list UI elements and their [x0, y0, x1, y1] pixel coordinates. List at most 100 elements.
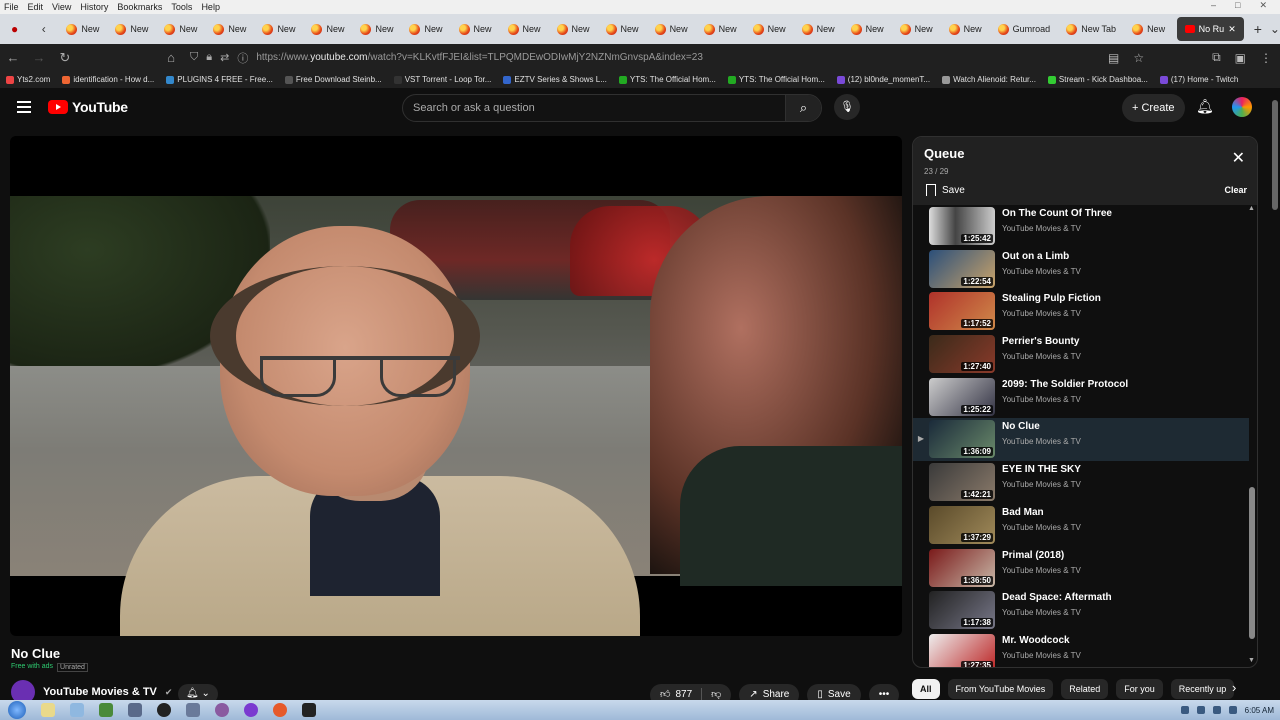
volume-icon[interactable]	[1212, 706, 1221, 714]
maximize-icon[interactable]: □	[1235, 0, 1240, 11]
notifications-icon[interactable]: 🔔︎	[1196, 98, 1214, 115]
queue-thumbnail[interactable]: 1:37:29	[929, 505, 995, 544]
menu-help[interactable]: Help	[201, 2, 220, 12]
close-queue-icon[interactable]: ✕	[1232, 148, 1245, 168]
tab-18[interactable]: New	[941, 14, 990, 44]
shield-icon[interactable]: ⛉	[190, 51, 198, 64]
app-icon[interactable]	[157, 703, 171, 717]
tab-7[interactable]: New	[401, 14, 450, 44]
start-button-icon[interactable]	[8, 701, 26, 719]
chip-all[interactable]: All	[912, 679, 940, 699]
queue-thumbnail[interactable]: 1:27:40	[929, 335, 995, 374]
firefox-icon[interactable]	[273, 703, 287, 717]
menu-file[interactable]: File	[4, 2, 19, 12]
app-icon[interactable]	[99, 703, 113, 717]
search-input[interactable]: Search or ask a question ⌕	[402, 94, 822, 122]
menu-bookmarks[interactable]: Bookmarks	[117, 2, 162, 12]
tab-2[interactable]: New	[156, 14, 205, 44]
queue-item-current[interactable]: ▶ 1:36:09 No Clue YouTube Movies & TV	[913, 418, 1249, 462]
address-bar[interactable]: ⛉ 🔒︎ ⇄ ⓘ https://www.youtube.com/watch?v…	[190, 44, 703, 71]
tab-5[interactable]: New	[303, 14, 352, 44]
queue-item-title[interactable]: Primal (2018)	[1002, 550, 1081, 561]
queue-thumbnail[interactable]: 1:42:21	[929, 463, 995, 502]
profile-icon[interactable]: ▣	[1235, 51, 1246, 65]
page-scrollbar[interactable]	[1270, 88, 1280, 700]
queue-item[interactable]: 1:22:54 Out on a Limb YouTube Movies & TV	[913, 248, 1249, 291]
queue-item[interactable]: 1:37:29 Bad Man YouTube Movies & TV	[913, 504, 1249, 547]
chip-related[interactable]: Related	[1061, 679, 1109, 699]
queue-item-title[interactable]: Dead Space: Aftermath	[1002, 592, 1112, 603]
scroll-up-icon[interactable]: ▲	[1248, 205, 1255, 212]
menu-tools[interactable]: Tools	[171, 2, 192, 12]
tab-21[interactable]: New	[1124, 14, 1173, 44]
tab-1[interactable]: New	[107, 14, 156, 44]
site-info-icon[interactable]: ⓘ	[237, 50, 248, 66]
tab-12[interactable]: New	[647, 14, 696, 44]
queue-item[interactable]: 1:36:50 Primal (2018) YouTube Movies & TV	[913, 547, 1249, 590]
queue-item[interactable]: 1:25:42 On The Count Of Three YouTube Movi…	[913, 205, 1249, 248]
chips-next-icon[interactable]: ›	[1232, 680, 1236, 695]
queue-clear-button[interactable]: Clear	[1224, 185, 1247, 195]
queue-thumbnail[interactable]: 1:36:50	[929, 548, 995, 587]
extensions-icon[interactable]: ⧉	[1212, 50, 1221, 65]
explorer-icon[interactable]	[41, 703, 55, 717]
queue-thumbnail[interactable]: 1:25:42	[929, 207, 995, 245]
app-icon[interactable]	[244, 703, 258, 717]
bookmark-item[interactable]: VST Torrent - Loop Tor...	[393, 75, 491, 84]
tab-active[interactable]: No Ru ✕	[1177, 17, 1244, 41]
tab-13[interactable]: New	[696, 14, 745, 44]
queue-item-title[interactable]: Bad Man	[1002, 507, 1081, 518]
tab-overflow-icon[interactable]: ⌄	[1270, 22, 1280, 36]
tray-icon[interactable]	[1180, 706, 1189, 714]
menu-history[interactable]: History	[80, 2, 108, 12]
video-player[interactable]	[10, 136, 902, 636]
queue-thumbnail[interactable]: 1:22:54	[929, 249, 995, 288]
bookmark-item[interactable]: (17) Home - Twitch	[1159, 75, 1238, 84]
tray-icon[interactable]	[1196, 706, 1205, 714]
bookmark-star-icon[interactable]: ☆	[1133, 51, 1144, 65]
search-icon[interactable]: ⌕	[785, 95, 821, 121]
tab-14[interactable]: New	[745, 14, 794, 44]
tab-11[interactable]: New	[598, 14, 647, 44]
queue-item[interactable]: 1:17:52 Stealing Pulp Fiction YouTube Movi…	[913, 290, 1249, 333]
tab-16[interactable]: New	[843, 14, 892, 44]
menu-view[interactable]: View	[52, 2, 71, 12]
queue-thumbnail[interactable]: 1:36:09	[929, 420, 995, 459]
menu-edit[interactable]: Edit	[28, 2, 44, 12]
youtube-logo[interactable]: YouTube	[48, 99, 128, 115]
queue-thumbnail[interactable]: 1:25:22	[929, 377, 995, 416]
queue-item[interactable]: 1:25:22 2099: The Soldier Protocol YouTube…	[913, 376, 1249, 419]
queue-scroll-thumb[interactable]	[1249, 487, 1255, 639]
app-icon[interactable]	[128, 703, 142, 717]
queue-thumbnail[interactable]: 1:17:52	[929, 292, 995, 331]
chip-from-youtube-movies[interactable]: From YouTube Movies	[947, 679, 1054, 699]
queue-item[interactable]: 1:27:40 Perrier's Bounty YouTube Movies & …	[913, 333, 1249, 376]
home-icon[interactable]: ⌂	[158, 50, 184, 65]
bookmark-item[interactable]: identification - How d...	[62, 75, 154, 84]
close-tab-icon[interactable]: ✕	[1228, 24, 1236, 35]
tab-list-icon[interactable]: ●	[0, 22, 29, 36]
tab-15[interactable]: New	[794, 14, 843, 44]
bookmark-item[interactable]: Free Download Steinb...	[284, 75, 382, 84]
app-icon[interactable]	[215, 703, 229, 717]
close-window-icon[interactable]: ✕	[1259, 0, 1267, 11]
bookmark-item[interactable]: Watch Alienoid: Retur...	[942, 75, 1036, 84]
hamburger-menu-icon[interactable]	[17, 101, 31, 113]
back-icon[interactable]: ←	[0, 50, 26, 65]
avatar[interactable]	[1232, 97, 1252, 117]
queue-item-title[interactable]: Stealing Pulp Fiction	[1002, 293, 1101, 304]
bookmark-item[interactable]: Yts2.com	[6, 75, 50, 84]
forward-icon[interactable]: →	[26, 50, 52, 65]
queue-item-title[interactable]: On The Count Of Three	[1002, 208, 1112, 219]
terminal-icon[interactable]	[302, 703, 316, 717]
queue-thumbnail[interactable]: 1:27:35	[929, 633, 995, 667]
clock[interactable]: 6:05 AM	[1245, 706, 1274, 715]
create-button[interactable]: + Create	[1122, 94, 1185, 122]
permissions-icon[interactable]: ⇄	[220, 51, 229, 64]
tab-6[interactable]: New	[352, 14, 401, 44]
tab-scroll-left-icon[interactable]: ‹	[29, 22, 58, 36]
tab-20[interactable]: New Tab	[1058, 14, 1124, 44]
tab-17[interactable]: New	[892, 14, 941, 44]
chip-for-you[interactable]: For you	[1116, 679, 1163, 699]
minimize-icon[interactable]: –	[1211, 0, 1216, 11]
